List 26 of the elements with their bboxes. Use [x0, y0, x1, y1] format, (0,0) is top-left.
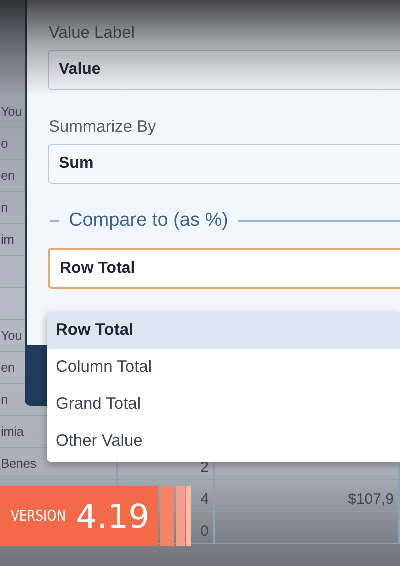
select-field[interactable]: Row Total	[48, 248, 400, 289]
table-cell: n	[1, 392, 8, 407]
version-number: 4.19	[76, 496, 150, 536]
table-cell: n	[1, 200, 8, 215]
table-cell: Benes	[1, 456, 36, 471]
field-label: Summarize By	[49, 118, 156, 137]
dropdown-option[interactable]: Grand Total	[47, 386, 400, 423]
version-label: VERSION	[11, 507, 66, 525]
table-cell: im	[1, 232, 14, 247]
input-field[interactable]: Sum	[48, 144, 400, 184]
table-cell: en	[1, 360, 15, 375]
dropdown-option[interactable]: Column Total	[47, 349, 400, 386]
field-label: Value Label	[49, 24, 135, 43]
table-cell: You	[1, 328, 22, 343]
table-cell: 0	[200, 523, 209, 540]
dropdown-option[interactable]: Row Total	[47, 312, 400, 349]
stripe-drawing	[160, 486, 191, 546]
dropdown-option[interactable]: Other Value	[47, 423, 400, 460]
input-field[interactable]: Value	[48, 50, 400, 90]
table-cell: o	[1, 136, 8, 151]
table-cell: $107,9	[348, 491, 394, 508]
section-title: Compare to (as %)	[69, 210, 228, 232]
table-cell: You	[1, 104, 22, 119]
table-cell: imia	[1, 424, 24, 439]
table-cell: en	[1, 168, 15, 183]
table-cell: 4	[200, 491, 209, 508]
